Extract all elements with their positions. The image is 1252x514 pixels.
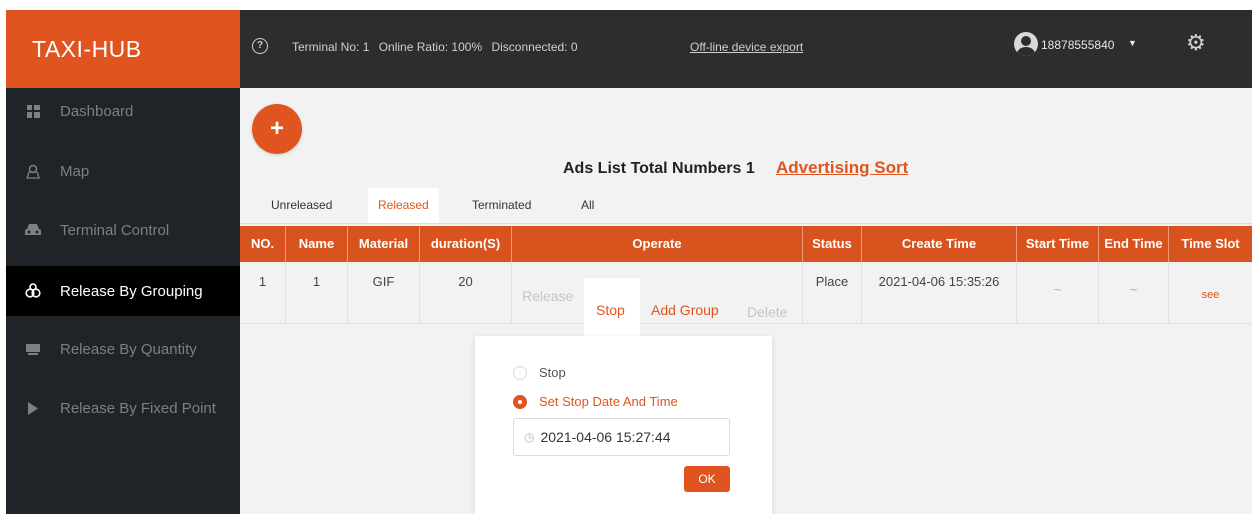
column-header-no: NO.: [240, 226, 286, 262]
cell-create-time: 2021-04-06 15:35:26: [862, 262, 1017, 324]
dashboard-icon: [22, 104, 44, 118]
add-group-button[interactable]: Add Group: [651, 302, 719, 318]
stop-button[interactable]: Stop: [596, 302, 625, 318]
group-icon: [22, 283, 44, 299]
cell-material: GIF: [348, 262, 420, 324]
column-header-start-time: Start Time: [1017, 226, 1099, 262]
cell-time-slot: see: [1169, 262, 1252, 324]
stop-datetime-picker[interactable]: ◷ 2021-04-06 15:27:44: [513, 418, 730, 456]
sidebar-item-release-by-fixed-point[interactable]: Release By Fixed Point: [6, 385, 240, 431]
table-row: 1 1 GIF 20 Release Place 2021-04-06 15:3…: [240, 262, 1252, 324]
radio-option-stop[interactable]: Stop: [513, 365, 566, 380]
sidebar-item-label: Release By Quantity: [60, 340, 197, 358]
sidebar-item-terminal-control[interactable]: Terminal Control: [6, 207, 240, 253]
cell-duration: 20: [420, 262, 512, 324]
sidebar: Dashboard Map Terminal Control Release B…: [6, 88, 240, 514]
advertising-sort-link[interactable]: Advertising Sort: [776, 158, 908, 178]
sidebar-item-label: Release By Fixed Point: [60, 399, 216, 417]
cell-start-time: ~: [1017, 262, 1099, 324]
ok-button[interactable]: OK: [684, 466, 730, 492]
release-button[interactable]: Release: [522, 288, 573, 304]
radio-option-set-time[interactable]: Set Stop Date And Time: [513, 394, 678, 409]
table-header: NO. Name Material duration(S) Operate St…: [240, 226, 1252, 262]
column-header-material: Material: [348, 226, 420, 262]
column-header-status: Status: [803, 226, 862, 262]
sidebar-item-map[interactable]: Map: [6, 148, 240, 194]
sidebar-item-release-by-grouping[interactable]: Release By Grouping: [6, 266, 240, 316]
status-line: Terminal No: 1 Online Ratio: 100% Discon…: [292, 40, 584, 54]
tab-unreleased[interactable]: Unreleased: [271, 198, 332, 212]
online-ratio: Online Ratio: 100%: [378, 40, 483, 54]
radio-stop-label: Stop: [539, 365, 566, 380]
radio-set-time-label: Set Stop Date And Time: [539, 394, 678, 409]
quantity-icon: [22, 343, 44, 355]
car-icon: [22, 223, 44, 237]
disconnected-count: Disconnected: 0: [491, 40, 578, 54]
radio-set-time[interactable]: [513, 394, 527, 409]
main-content: + Ads List Total Numbers 1 Advertising S…: [240, 88, 1252, 514]
status-tabs: Unreleased Released Terminated All: [240, 188, 1252, 224]
ads-list-title: Ads List Total Numbers 1: [563, 160, 755, 177]
column-header-time-slot: Time Slot: [1181, 236, 1240, 251]
map-icon: [22, 163, 44, 179]
sidebar-item-label: Terminal Control: [60, 221, 170, 239]
stop-datetime-value: 2021-04-06 15:27:44: [540, 429, 671, 445]
gear-icon[interactable]: ⚙: [1186, 32, 1206, 54]
column-header-name: Name: [286, 226, 348, 262]
column-header-duration: duration(S): [420, 226, 512, 262]
time-slot-see-link[interactable]: see: [1202, 289, 1220, 301]
cell-name: 1: [286, 262, 348, 324]
column-header-operate: Operate: [512, 226, 803, 262]
radio-stop[interactable]: [513, 365, 527, 380]
column-header-create-time: Create Time: [862, 226, 1017, 262]
column-header-end-time: End Time: [1099, 226, 1169, 262]
tab-all[interactable]: All: [581, 198, 594, 212]
app-root: TAXI-HUB ? Terminal No: 1 Online Ratio: …: [0, 0, 1252, 514]
offline-export-link[interactable]: Off-line device export: [690, 40, 803, 54]
tab-released[interactable]: Released: [368, 188, 439, 223]
play-icon: [22, 401, 44, 415]
top-bar: ? Terminal No: 1 Online Ratio: 100% Disc…: [240, 10, 1252, 88]
stop-options-popover: Stop Set Stop Date And Time ◷ 2021-04-06…: [475, 336, 772, 514]
sidebar-item-dashboard[interactable]: Dashboard: [6, 88, 240, 134]
brand-logo[interactable]: TAXI-HUB: [6, 10, 240, 88]
cell-end-time: ~: [1099, 262, 1169, 324]
chevron-down-icon[interactable]: ▼: [1128, 38, 1137, 48]
sidebar-item-label: Dashboard: [60, 102, 134, 120]
terminal-count: Terminal No: 1: [292, 40, 370, 54]
sidebar-item-label: Map: [60, 162, 90, 180]
cell-status: Place: [803, 262, 862, 324]
avatar[interactable]: [1014, 32, 1038, 56]
help-icon[interactable]: ?: [252, 38, 268, 54]
clock-icon: ◷: [524, 430, 535, 444]
tab-terminated[interactable]: Terminated: [472, 198, 531, 212]
user-phone[interactable]: 18878555840: [1041, 38, 1114, 52]
sidebar-item-release-by-quantity[interactable]: Release By Quantity: [6, 326, 240, 372]
sidebar-item-label: Release By Grouping: [60, 282, 203, 300]
add-ad-button[interactable]: +: [252, 104, 302, 154]
cell-no: 1: [240, 262, 286, 324]
delete-button[interactable]: Delete: [747, 304, 787, 320]
brand-text: TAXI-HUB: [32, 35, 142, 62]
